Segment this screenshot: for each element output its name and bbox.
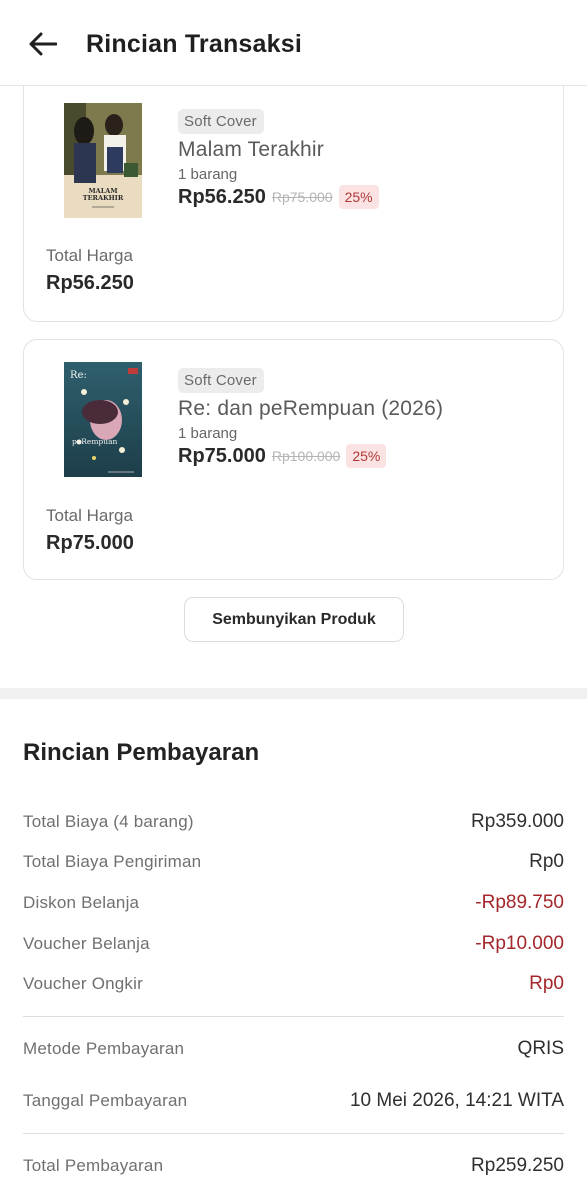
product-old-price: Rp75.000 [271, 189, 333, 205]
row-label: Voucher Belanja [23, 934, 150, 953]
row-label: Total Biaya (4 barang) [23, 812, 194, 831]
payment-row-shopping-discount: Diskon Belanja -Rp89.750 [23, 892, 564, 914]
hide-products-button[interactable]: Sembunyikan Produk [184, 597, 404, 642]
row-label: Metode Pembayaran [23, 1039, 185, 1058]
row-label: Total Biaya Pengiriman [23, 852, 202, 871]
page-title: Rincian Transaksi [86, 30, 302, 58]
total-price-value: Rp56.250 [46, 272, 134, 294]
product-title[interactable]: Malam Terakhir [178, 138, 379, 162]
payment-date-row: Tanggal Pembayaran 10 Mei 2026, 14:21 WI… [23, 1090, 564, 1112]
book-cover-image: MALAM TERAKHIR [64, 103, 142, 218]
app-header: Rincian Transaksi [0, 0, 587, 86]
row-value: QRIS [517, 1038, 564, 1059]
product-old-price: Rp100.000 [271, 448, 341, 464]
row-label: Diskon Belanja [23, 893, 140, 912]
product-card[interactable]: MALAM TERAKHIR Soft Cover Malam Terakhir… [23, 70, 564, 322]
section-divider [0, 688, 587, 699]
row-value: Rp0 [529, 973, 564, 994]
product-quantity: 1 barang [178, 425, 238, 442]
back-arrow-icon[interactable] [26, 27, 60, 61]
row-value: Rp359.000 [471, 811, 564, 832]
total-price-label: Total Harga [46, 246, 133, 265]
discount-badge: 25% [346, 444, 387, 468]
row-value: -Rp89.750 [475, 892, 564, 913]
row-label: Total Pembayaran [23, 1156, 164, 1175]
product-price: Rp75.000 [178, 444, 266, 467]
variant-chip: Soft Cover [178, 368, 264, 393]
svg-text:TERAKHIR: TERAKHIR [83, 194, 124, 202]
row-value: Rp0 [529, 851, 564, 872]
payment-method-row: Metode Pembayaran QRIS [23, 1038, 564, 1060]
product-quantity: 1 barang [178, 166, 238, 183]
payment-row-shipping-cost: Total Biaya Pengiriman Rp0 [23, 851, 564, 873]
row-value: -Rp10.000 [475, 933, 564, 954]
total-price-value: Rp75.000 [46, 532, 134, 554]
row-label: Voucher Ongkir [23, 974, 143, 993]
payment-row-shopping-voucher: Voucher Belanja -Rp10.000 [23, 933, 564, 955]
product-title[interactable]: Re: dan peRempuan (2026) [178, 397, 443, 421]
payment-details-title: Rincian Pembayaran [23, 739, 260, 766]
discount-badge: 25% [338, 185, 379, 209]
divider [23, 1016, 564, 1017]
divider [23, 1133, 564, 1134]
total-price-label: Total Harga [46, 506, 133, 525]
row-label: Tanggal Pembayaran [23, 1091, 188, 1110]
row-value: Rp259.250 [471, 1155, 564, 1176]
product-price: Rp56.250 [178, 185, 266, 208]
product-card[interactable]: Re: peRempuan Soft Cover Re: dan peRempu… [23, 339, 564, 580]
cover-title-text: Re: [70, 370, 87, 381]
payment-row-total-cost: Total Biaya (4 barang) Rp359.000 [23, 811, 564, 833]
payment-total-row: Total Pembayaran Rp259.250 [23, 1155, 564, 1177]
payment-row-shipping-voucher: Voucher Ongkir Rp0 [23, 973, 564, 995]
row-value: 10 Mei 2026, 14:21 WITA [349, 1090, 564, 1111]
book-cover-image: Re: peRempuan [64, 362, 142, 477]
svg-text:peRempuan: peRempuan [72, 437, 118, 446]
variant-chip: Soft Cover [178, 109, 264, 134]
